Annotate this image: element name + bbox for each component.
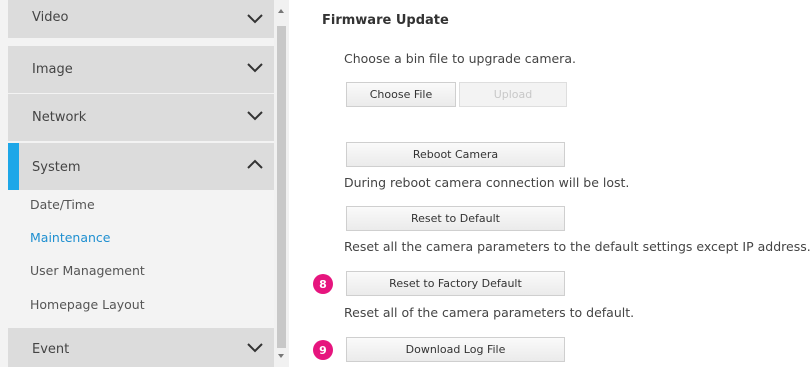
active-section-indicator <box>8 143 19 190</box>
sidebar-section-system[interactable]: System <box>8 143 274 190</box>
sidebar-section-label: System <box>32 160 81 175</box>
reset-to-default-button[interactable]: Reset to Default <box>346 206 565 231</box>
sidebar-section-network[interactable]: Network <box>8 94 274 141</box>
sidebar-section-label: Network <box>32 110 87 125</box>
chevron-down-icon <box>247 14 263 24</box>
choose-file-button[interactable]: Choose File <box>346 82 456 107</box>
chevron-up-icon <box>247 159 263 169</box>
reboot-camera-button[interactable]: Reboot Camera <box>346 142 565 167</box>
sidebar-item-maintenance[interactable]: Maintenance <box>30 230 111 245</box>
sidebar-item-date-time[interactable]: Date/Time <box>30 197 95 212</box>
section-title: Firmware Update <box>322 13 449 28</box>
sidebar-scrollbar[interactable] <box>274 0 289 367</box>
main-content: Firmware Update Choose a bin file to upg… <box>289 0 812 367</box>
chevron-down-icon <box>247 111 263 121</box>
sidebar-item-homepage-layout[interactable]: Homepage Layout <box>30 297 145 312</box>
scrollbar-thumb[interactable] <box>277 26 286 348</box>
chevron-down-icon <box>247 343 263 353</box>
reset-factory-note: Reset all of the camera parameters to de… <box>344 305 635 320</box>
sidebar-section-image[interactable]: Image <box>8 46 274 93</box>
choose-file-instructions: Choose a bin file to upgrade camera. <box>344 51 576 66</box>
callout-badge-9: 9 <box>313 340 333 360</box>
upload-button[interactable]: Upload <box>459 82 567 107</box>
callout-badge-8: 8 <box>313 274 333 294</box>
reboot-note: During reboot camera connection will be … <box>344 175 630 190</box>
scroll-up-arrow-icon[interactable] <box>278 9 284 13</box>
reset-to-factory-default-button[interactable]: Reset to Factory Default <box>346 271 565 296</box>
sidebar: Video Image Network System Date/Time Mai… <box>0 0 274 367</box>
sidebar-section-label: Image <box>32 62 73 77</box>
chevron-down-icon <box>247 63 263 73</box>
sidebar-item-user-management[interactable]: User Management <box>30 263 145 278</box>
sidebar-section-label: Event <box>32 342 70 357</box>
download-log-file-button[interactable]: Download Log File <box>346 337 565 362</box>
reset-default-note: Reset all the camera parameters to the d… <box>344 239 811 254</box>
scroll-down-arrow-icon[interactable] <box>278 354 284 358</box>
sidebar-section-label: Video <box>32 10 69 25</box>
sidebar-section-video[interactable]: Video <box>8 0 274 38</box>
sidebar-section-event[interactable]: Event <box>8 328 274 367</box>
